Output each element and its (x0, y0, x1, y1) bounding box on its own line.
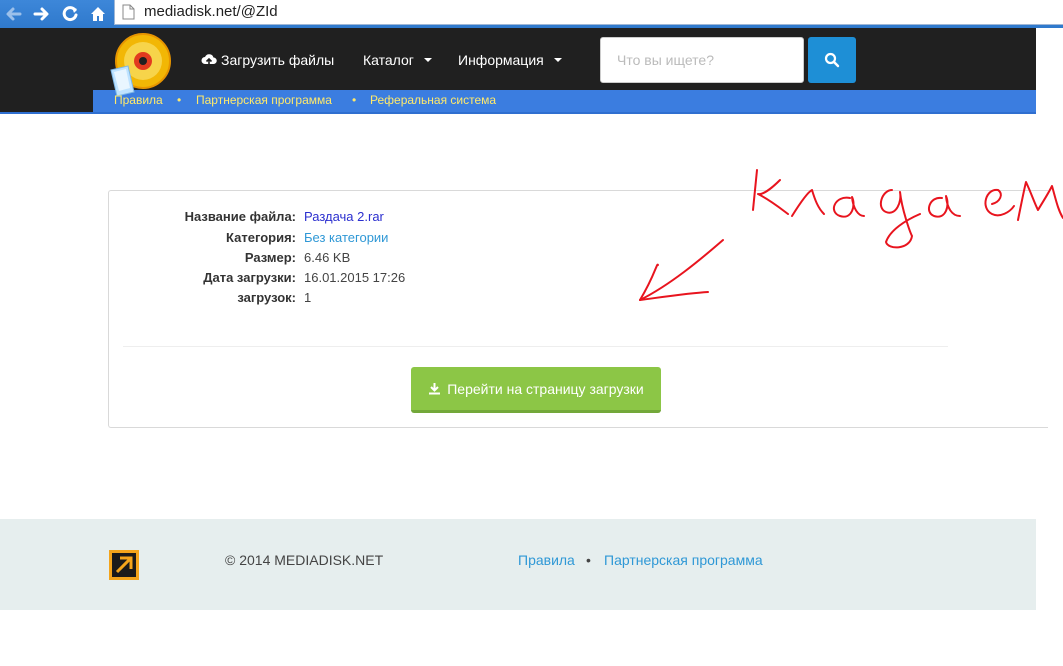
information-menu[interactable]: Информация (458, 52, 562, 68)
caret-down-icon (553, 58, 562, 62)
url-text: mediadisk.net/@ZId (144, 3, 278, 20)
upload-date-value: 16.01.2015 17:26 (304, 270, 406, 285)
file-name-value[interactable]: Раздача 2.rar (304, 209, 384, 224)
caret-down-icon (423, 58, 432, 62)
copyright-text: © 2014 MEDIADISK.NET (225, 552, 384, 568)
upload-date-label: Дата загрузки: (203, 270, 296, 285)
download-button-label: Перейти на страницу загрузки (447, 380, 644, 397)
category-value[interactable]: Без категории (304, 230, 388, 245)
search-icon (824, 52, 840, 68)
subnav-partner-program-link[interactable]: Партнерская программа (196, 93, 332, 107)
back-arrow-icon[interactable] (4, 4, 24, 24)
home-icon[interactable] (88, 4, 108, 24)
header-divider (0, 112, 1036, 114)
catalog-label: Каталог (363, 52, 414, 68)
card-divider (123, 346, 948, 347)
subnav-separator: • (177, 93, 182, 107)
subnav-separator: • (352, 93, 357, 107)
file-name-label: Название файла: (184, 209, 296, 224)
category-label: Категория: (226, 230, 296, 245)
cloud-upload-icon (201, 54, 217, 66)
subnav-rules-link[interactable]: Правила (114, 93, 163, 107)
handwritten-annotation-arrow-icon (639, 169, 1063, 301)
reload-icon[interactable] (60, 4, 80, 24)
go-to-download-page-button[interactable]: Перейти на страницу загрузки (411, 367, 661, 413)
downloads-label: загрузок: (237, 290, 296, 305)
upload-files-label: Загрузить файлы (221, 52, 335, 68)
footer-separator: • (586, 552, 591, 568)
forward-arrow-icon[interactable] (31, 4, 51, 24)
size-label: Размер: (244, 250, 296, 265)
page-icon (122, 4, 135, 20)
site-logo-disc-icon[interactable] (108, 32, 174, 98)
browser-toolbar: mediadisk.net/@ZId (0, 0, 1063, 28)
upload-files-menu[interactable]: Загрузить файлы (201, 52, 334, 68)
catalog-menu[interactable]: Каталог (363, 52, 432, 68)
subnav-referral-system-link[interactable]: Реферальная система (370, 93, 496, 107)
search-input[interactable] (600, 37, 804, 83)
footer-rules-link[interactable]: Правила (518, 552, 575, 568)
address-bar[interactable]: mediadisk.net/@ZId (114, 0, 1063, 25)
size-value: 6.46 KB (304, 250, 351, 265)
downloads-value: 1 (304, 290, 312, 305)
footer-partner-program-link[interactable]: Партнерская программа (604, 552, 763, 568)
footer-logo-arrow-icon[interactable] (108, 549, 140, 581)
search-button[interactable] (808, 37, 856, 83)
download-icon (429, 383, 441, 395)
site-footer: © 2014 MEDIADISK.NET Правила • Партнерск… (0, 519, 1036, 610)
information-label: Информация (458, 52, 544, 68)
